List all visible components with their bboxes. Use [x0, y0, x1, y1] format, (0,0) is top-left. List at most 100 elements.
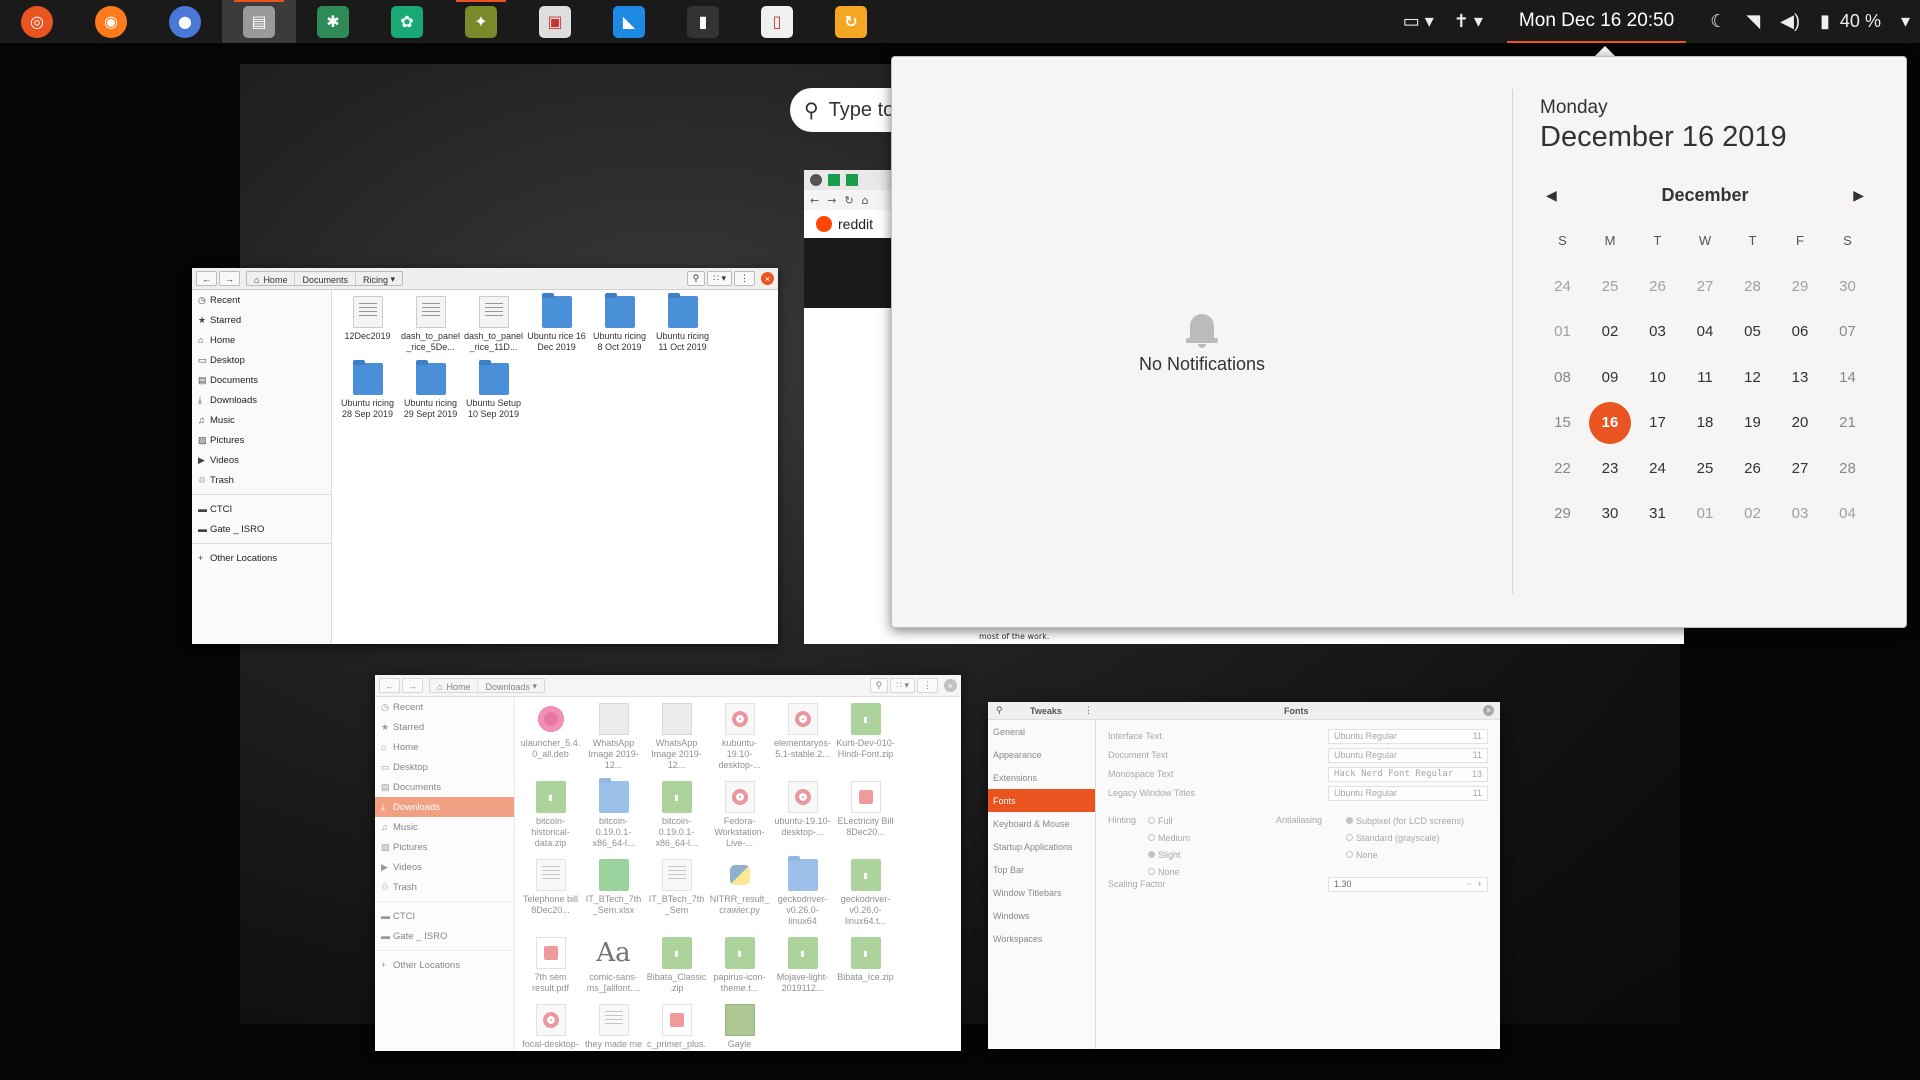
- file-item[interactable]: WhatsApp Image 2019-12...: [645, 703, 708, 771]
- dock-app-3[interactable]: ▤: [222, 0, 296, 43]
- file-item[interactable]: ELectricity Bill 8Dec20...: [834, 781, 897, 849]
- search-icon[interactable]: ⚲: [686, 271, 706, 286]
- calendar-day[interactable]: 25: [1683, 446, 1728, 492]
- sheet-tab-icon[interactable]: [846, 174, 858, 186]
- reddit-logo-icon[interactable]: [816, 216, 832, 232]
- radio-option[interactable]: None: [1346, 846, 1464, 863]
- file-item[interactable]: ▮ geckodriver-v0.26.0-linux64.t...: [834, 859, 897, 927]
- file-item[interactable]: Ubuntu Setup 10 Sep 2019: [462, 360, 525, 420]
- reddit-logo-text[interactable]: reddit: [838, 216, 873, 232]
- calendar-day[interactable]: 19: [1730, 400, 1775, 446]
- font-chooser-button[interactable]: Hack Nerd Font Regular 13: [1328, 766, 1488, 782]
- home-icon[interactable]: ⌂: [862, 194, 869, 207]
- sidebar-item-gate-isro[interactable]: ▬ Gate _ ISRO: [375, 926, 514, 946]
- night-light-icon[interactable]: ☾: [1710, 11, 1726, 32]
- calendar-day[interactable]: 13: [1778, 355, 1823, 401]
- calendar-day[interactable]: 14: [1825, 355, 1870, 401]
- calendar-day[interactable]: 30: [1825, 264, 1870, 310]
- calendar-day[interactable]: 01: [1683, 491, 1728, 537]
- calendar-day[interactable]: 10: [1635, 355, 1680, 401]
- file-item[interactable]: c_primer_plus.pdf: [645, 1004, 708, 1051]
- sidebar-item-trash[interactable]: ♲ Trash: [375, 877, 514, 897]
- calendar-day[interactable]: 01: [1540, 309, 1585, 355]
- system-menu-arrow[interactable]: ▾: [1901, 11, 1910, 32]
- tweaks-item-fonts[interactable]: Fonts: [988, 789, 1095, 812]
- calendar-day[interactable]: 25: [1588, 264, 1633, 310]
- calendar-day[interactable]: 04: [1683, 309, 1728, 355]
- calendar-day[interactable]: 24: [1635, 446, 1680, 492]
- tweaks-item-general[interactable]: General: [988, 720, 1095, 743]
- view-options-icon[interactable]: ∷ ▾: [707, 271, 732, 286]
- file-item[interactable]: 7th sem result.pdf: [519, 937, 582, 994]
- file-item[interactable]: Ubuntu ricing 28 Sep 2019: [336, 360, 399, 420]
- documents-crumb[interactable]: Documents: [295, 272, 356, 287]
- file-item[interactable]: ▮ papirus-icon-theme.t...: [708, 937, 771, 994]
- tweaks-item-extensions[interactable]: Extensions: [988, 766, 1095, 789]
- sidebar-item-desktop[interactable]: ▭ Desktop: [192, 350, 331, 370]
- dock-app-5[interactable]: ✿: [370, 0, 444, 43]
- radio-option[interactable]: Slight: [1148, 846, 1190, 863]
- dock-app-7[interactable]: ▣: [518, 0, 592, 43]
- file-item[interactable]: ▮ Bibata_Classic.zip: [645, 937, 708, 994]
- search-icon[interactable]: ⚲: [996, 705, 1003, 716]
- tweaks-item-windows[interactable]: Windows: [988, 904, 1095, 927]
- menu-icon[interactable]: ⋮: [734, 271, 755, 286]
- file-item[interactable]: ulauncher_5.4.0_all.deb: [519, 703, 582, 771]
- clipboard-icon[interactable]: ▭ ▾: [1403, 11, 1434, 32]
- sidebar-item-music[interactable]: ♫ Music: [192, 410, 331, 430]
- tweaks-item-startup-applications[interactable]: Startup Applications: [988, 835, 1095, 858]
- calendar-day[interactable]: 31: [1635, 491, 1680, 537]
- sidebar-item-desktop[interactable]: ▭ Desktop: [375, 757, 514, 777]
- search-icon[interactable]: ⚲: [869, 678, 889, 693]
- battery-icon[interactable]: ▮: [1820, 11, 1830, 32]
- sidebar-item-downloads[interactable]: ⤓ Downloads: [375, 797, 514, 817]
- sidebar-item-trash[interactable]: ♲ Trash: [192, 470, 331, 490]
- calendar-day[interactable]: 26: [1635, 264, 1680, 310]
- file-item[interactable]: bitcoin-0.19.0.1-x86_64-l...: [582, 778, 645, 849]
- radio-option[interactable]: Subpixel (for LCD screens): [1346, 812, 1464, 829]
- file-item[interactable]: Ubuntu ricing 11 Oct 2019: [651, 293, 714, 353]
- day-name[interactable]: Monday: [1540, 97, 1870, 119]
- radio-option[interactable]: Medium: [1148, 829, 1190, 846]
- dock-app-0[interactable]: ◎: [0, 0, 74, 43]
- home-crumb[interactable]: ⌂ Home: [430, 679, 479, 694]
- calendar-day[interactable]: 07: [1825, 309, 1870, 355]
- volume-icon[interactable]: ◀): [1780, 11, 1800, 32]
- calendar-day[interactable]: 02: [1730, 491, 1775, 537]
- tweaks-item-top-bar[interactable]: Top Bar: [988, 858, 1095, 881]
- sidebar-item-starred[interactable]: ★ Starred: [375, 717, 514, 737]
- file-item[interactable]: ubuntu-19.10-desktop-...: [771, 781, 834, 849]
- sidebar-item-starred[interactable]: ★ Starred: [192, 310, 331, 330]
- back-button[interactable]: ←: [196, 271, 217, 286]
- file-item[interactable]: ▮ Kurti-Dev-010-Hindi-Font.zip: [834, 703, 897, 771]
- ricing-crumb[interactable]: Ricing ▾: [356, 272, 402, 287]
- scaling-factor-input[interactable]: 1.30 − +: [1328, 876, 1488, 892]
- dock-app-9[interactable]: ▮: [666, 0, 740, 43]
- sidebar-item-documents[interactable]: ▤ Documents: [192, 370, 331, 390]
- sidebar-item-recent[interactable]: ◷ Recent: [375, 697, 514, 717]
- next-month-icon[interactable]: ▶: [1853, 187, 1864, 204]
- sidebar-item-documents[interactable]: ▤ Documents: [375, 777, 514, 797]
- radio-option[interactable]: Full: [1148, 812, 1190, 829]
- back-icon[interactable]: ←: [810, 194, 819, 207]
- file-item[interactable]: ▮ Bibata_Ice.zip: [834, 937, 897, 994]
- file-item[interactable]: they made me a reviewer...: [582, 1004, 645, 1051]
- calendar-day[interactable]: 02: [1588, 309, 1633, 355]
- sidebar-item-videos[interactable]: ▶ Videos: [192, 450, 331, 470]
- calendar-day[interactable]: 03: [1778, 491, 1823, 537]
- file-item[interactable]: Aa comic-sans-ms_[allfont....: [582, 937, 645, 994]
- files-window-downloads[interactable]: ← → ⌂ Home Downloads ▾ ⚲ ∷ ▾ ⋮ × ◷ Recent ★…: [375, 675, 961, 1051]
- file-item[interactable]: ▮ bitcoin-0.19.0.1-x86_64-l...: [645, 781, 708, 849]
- sidebar-item-pictures[interactable]: ▨ Pictures: [192, 430, 331, 450]
- calendar-day[interactable]: 04: [1825, 491, 1870, 537]
- file-item[interactable]: Fedora-Workstation-Live-...: [708, 781, 771, 849]
- previous-month-icon[interactable]: ◀: [1546, 187, 1557, 204]
- file-item[interactable]: dash_to_panel_rice_5De...: [399, 296, 462, 353]
- calendar-day[interactable]: 28: [1730, 264, 1775, 310]
- calendar-day[interactable]: 27: [1778, 446, 1823, 492]
- calendar-day[interactable]: 27: [1683, 264, 1728, 310]
- file-item[interactable]: 12Dec2019: [336, 296, 399, 353]
- sidebar-item-home[interactable]: ⌂ Home: [192, 330, 331, 350]
- calendar-day[interactable]: 09: [1588, 355, 1633, 401]
- full-date[interactable]: December 16 2019: [1540, 121, 1870, 154]
